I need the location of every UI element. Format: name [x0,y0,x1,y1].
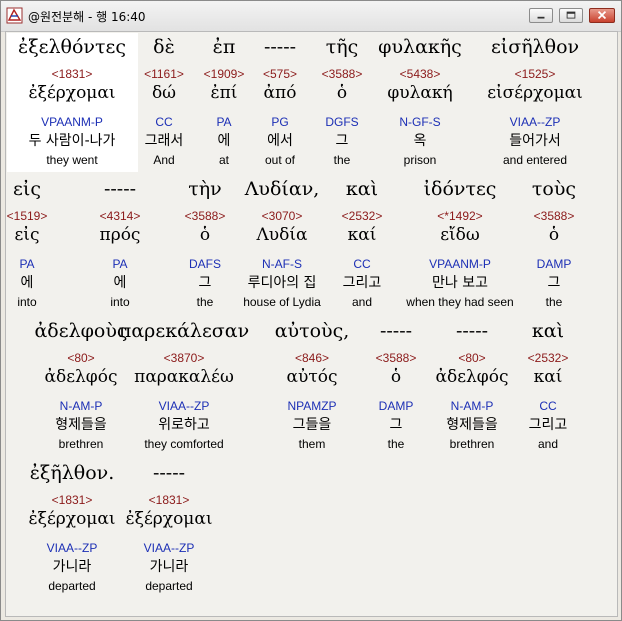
english-gloss: departed [145,579,193,593]
greek-lemma: ἐξέρχομαι [125,509,213,529]
maximize-icon [566,11,576,19]
app-window: @원전분해 - 행 16:40 ἐξελθόντες <1831> ἐξέρχομα… [0,0,622,621]
close-icon [597,10,607,20]
greek-word: ----- [152,462,186,484]
english-gloss: and [537,437,559,451]
strongs-number: <1831> [148,493,190,507]
parsing-code: DAMP [536,257,572,271]
greek-word: εἰσῆλθον [490,36,580,58]
korean-gloss: 위로하고 [158,417,210,433]
korean-gloss: 들어가서 [509,133,561,149]
greek-lemma: εἰσέρχομαι [487,83,583,103]
maximize-button[interactable] [559,8,583,23]
strongs-number: <2532> [527,351,569,365]
parsing-code: CC [539,399,557,413]
strongs-number: <1525> [514,67,556,81]
minimize-icon [537,16,545,19]
strongs-number: <3588> [533,209,575,223]
minimize-button[interactable] [529,8,553,23]
greek-word: τοὺς [531,178,577,200]
window-title: @원전분해 - 행 16:40 [28,10,146,24]
english-gloss: the [545,295,563,309]
english-gloss: and entered [502,153,568,167]
parsing-code: VIAA--ZP [143,541,195,555]
interlinear-panel[interactable]: ἐξελθόντες <1831> ἐξέρχομαι VPAANM-P 두 사람이-나… [5,31,618,617]
title-bar[interactable]: @원전분해 - 행 16:40 [1,1,621,32]
korean-gloss: 그리고 [528,417,568,433]
korean-gloss: 그 [547,275,561,291]
greek-lemma: καί [533,367,563,387]
greek-word: παρεκάλεσαν [118,320,250,342]
close-button[interactable] [589,8,615,23]
greek-word: καὶ [531,320,565,342]
app-logo-icon [6,7,23,24]
parsing-code: VIAA--ZP [509,115,561,129]
parsing-code: VIAA--ZP [158,399,210,413]
strongs-number: <3870> [163,351,205,365]
greek-lemma: παρακαλέω [134,367,234,387]
greek-lemma: ὁ [548,225,560,245]
korean-gloss: 가니라 [149,559,189,575]
english-gloss: they comforted [144,437,224,451]
